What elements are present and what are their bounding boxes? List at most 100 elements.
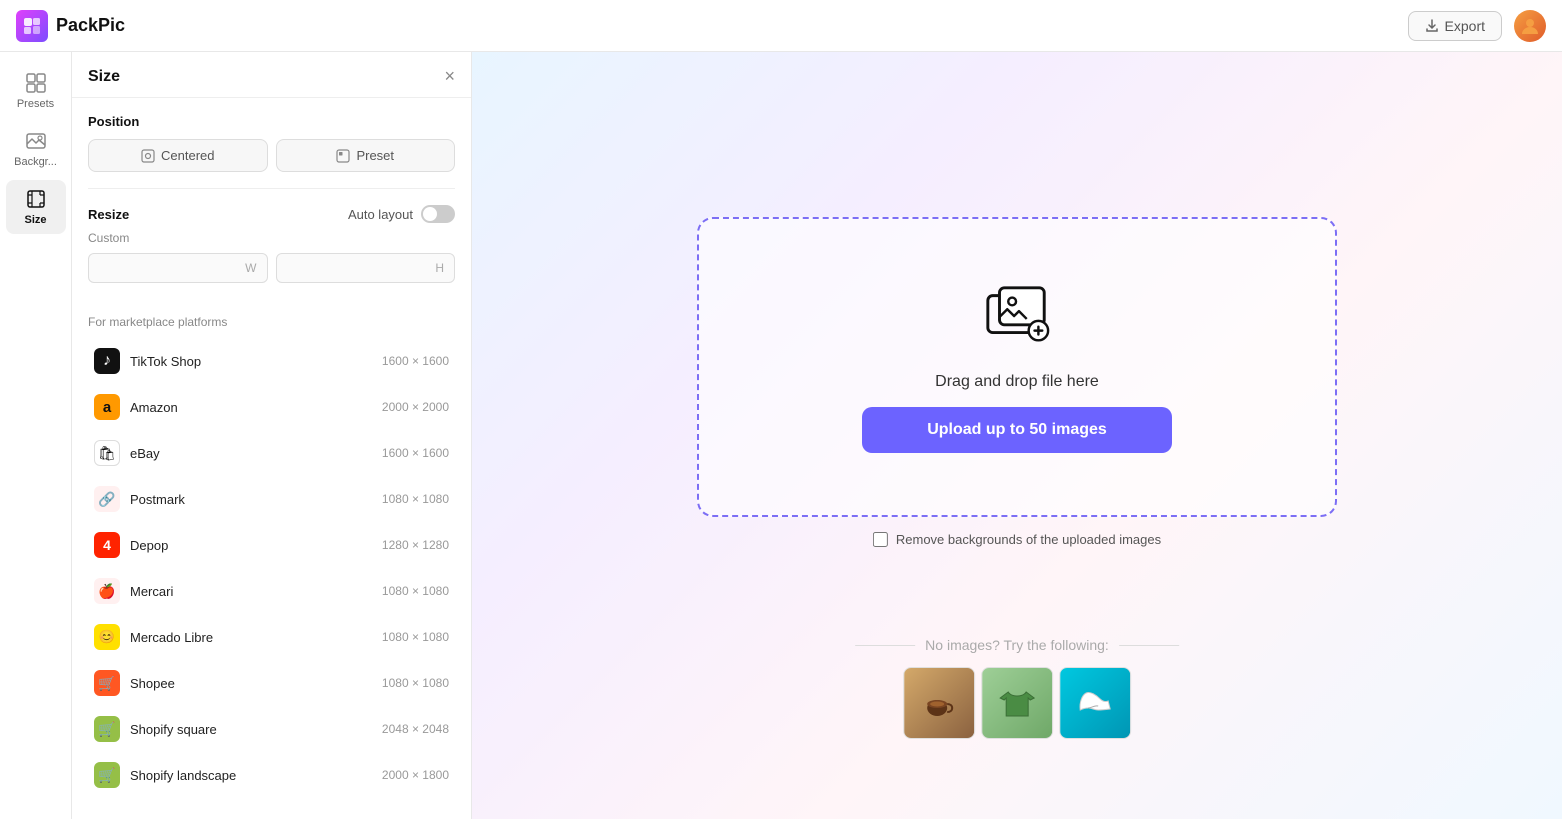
marketplace-name-mercadolibre: Mercado Libre (130, 630, 382, 645)
sample-thumb-shoe[interactable] (1059, 667, 1131, 739)
marketplace-size-postmark: 1080 × 1080 (382, 492, 449, 506)
logo-area: PackPic (16, 10, 125, 42)
resize-label: Resize (88, 207, 129, 222)
user-icon (1520, 16, 1540, 36)
marketplace-name-amazon: Amazon (130, 400, 382, 415)
avatar[interactable] (1514, 10, 1546, 42)
height-input-display: H (276, 253, 456, 283)
drop-icon (982, 282, 1052, 357)
marketplace-size-shopify-landscape: 2000 × 1800 (382, 768, 449, 782)
marketplace-shopee[interactable]: 🛒 Shopee 1080 × 1080 (88, 661, 455, 705)
marketplace-name-mercari: Mercari (130, 584, 382, 599)
shirt-icon (998, 684, 1036, 722)
no-images-section: No images? Try the following: (855, 637, 1179, 739)
panel-title: Size (88, 68, 120, 86)
auto-layout-row: Auto layout (348, 205, 455, 223)
position-section: Position Centered Preset (72, 98, 471, 188)
export-button[interactable]: Export (1408, 11, 1502, 41)
marketplace-size-tiktok: 1600 × 1600 (382, 354, 449, 368)
marketplace-shopify-square[interactable]: 🛒 Shopify square 2048 × 2048 (88, 707, 455, 751)
marketplace-name-shopee: Shopee (130, 676, 382, 691)
amazon-icon: a (94, 394, 120, 420)
custom-label: Custom (88, 231, 455, 245)
resize-row: Resize Auto layout (88, 205, 455, 223)
drag-drop-text: Drag and drop file here (935, 373, 1099, 391)
sidebar-item-background[interactable]: Backgr... (6, 122, 66, 176)
marketplace-postmark[interactable]: 🔗 Postmark 1080 × 1080 (88, 477, 455, 521)
sample-thumb-shirt[interactable] (981, 667, 1053, 739)
sidebar-item-presets[interactable]: Presets (6, 64, 66, 118)
main-layout: Presets Backgr... Size Size × Position (0, 52, 1562, 819)
canvas-area: Drag and drop file here Upload up to 50 … (472, 52, 1562, 819)
ebay-icon: 🛍 (94, 440, 120, 466)
marketplace-size-shopee: 1080 × 1080 (382, 676, 449, 690)
sidebar-label-size: Size (24, 214, 46, 226)
width-input-display: W (88, 253, 268, 283)
marketplace-intro: For marketplace platforms (88, 315, 455, 329)
app-header: PackPic Export (0, 0, 1562, 52)
h-label: H (435, 261, 444, 275)
presets-icon (25, 72, 47, 94)
tiktok-icon: ♪ (94, 348, 120, 374)
panel-header: Size × (72, 52, 471, 98)
position-buttons: Centered Preset (88, 139, 455, 172)
marketplace-mercadolibre[interactable]: 😊 Mercado Libre 1080 × 1080 (88, 615, 455, 659)
marketplace-name-tiktok: TikTok Shop (130, 354, 382, 369)
no-images-label: No images? Try the following: (855, 637, 1179, 653)
marketplace-name-shopify-square: Shopify square (130, 722, 382, 737)
dimensions-row: W H (88, 253, 455, 283)
resize-section: Resize Auto layout Custom W H (72, 189, 471, 299)
shopee-icon: 🛒 (94, 670, 120, 696)
marketplace-name-shopify-landscape: Shopify landscape (130, 768, 382, 783)
marketplace-amazon[interactable]: a Amazon 2000 × 2000 (88, 385, 455, 429)
auto-layout-toggle[interactable] (421, 205, 455, 223)
app-logo-icon (16, 10, 48, 42)
size-icon (25, 188, 47, 210)
marketplace-ebay[interactable]: 🛍 eBay 1600 × 1600 (88, 431, 455, 475)
shoe-icon (1076, 684, 1114, 722)
mercadolibre-icon: 😊 (94, 624, 120, 650)
marketplace-size-depop: 1280 × 1280 (382, 538, 449, 552)
drop-zone[interactable]: Drag and drop file here Upload up to 50 … (697, 217, 1337, 517)
marketplace-name-ebay: eBay (130, 446, 382, 461)
preset-icon (336, 149, 350, 163)
remove-bg-row: Remove backgrounds of the uploaded image… (873, 532, 1161, 547)
sidebar-item-size[interactable]: Size (6, 180, 66, 234)
sample-thumbnails (903, 667, 1131, 739)
sidebar-label-presets: Presets (17, 98, 54, 110)
upload-button[interactable]: Upload up to 50 images (862, 407, 1172, 453)
shopify-landscape-icon: 🛒 (94, 762, 120, 788)
marketplace-section: For marketplace platforms ♪ TikTok Shop … (72, 299, 471, 813)
marketplace-depop[interactable]: 4 Depop 1280 × 1280 (88, 523, 455, 567)
position-label: Position (88, 114, 455, 129)
marketplace-list: ♪ TikTok Shop 1600 × 1600 a Amazon 2000 … (88, 339, 455, 797)
close-panel-button[interactable]: × (444, 66, 455, 87)
mercari-icon: 🍎 (94, 578, 120, 604)
preset-button[interactable]: Preset (276, 139, 456, 172)
centered-button[interactable]: Centered (88, 139, 268, 172)
marketplace-size-amazon: 2000 × 2000 (382, 400, 449, 414)
marketplace-size-shopify-square: 2048 × 2048 (382, 722, 449, 736)
w-label: W (245, 261, 256, 275)
auto-layout-label: Auto layout (348, 207, 413, 222)
marketplace-size-mercari: 1080 × 1080 (382, 584, 449, 598)
header-actions: Export (1408, 10, 1546, 42)
centered-icon (141, 149, 155, 163)
sample-thumb-coffee[interactable] (903, 667, 975, 739)
export-icon (1425, 19, 1439, 33)
coffee-icon (920, 684, 958, 722)
depop-icon: 4 (94, 532, 120, 558)
background-icon (25, 130, 47, 152)
marketplace-name-postmark: Postmark (130, 492, 382, 507)
remove-bg-checkbox[interactable] (873, 532, 888, 547)
postmark-icon: 🔗 (94, 486, 120, 512)
marketplace-shopify-landscape[interactable]: 🛒 Shopify landscape 2000 × 1800 (88, 753, 455, 797)
marketplace-size-mercadolibre: 1080 × 1080 (382, 630, 449, 644)
marketplace-tiktok[interactable]: ♪ TikTok Shop 1600 × 1600 (88, 339, 455, 383)
marketplace-name-depop: Depop (130, 538, 382, 553)
size-panel: Size × Position Centered Pr (72, 52, 472, 819)
icon-sidebar: Presets Backgr... Size (0, 52, 72, 819)
marketplace-mercari[interactable]: 🍎 Mercari 1080 × 1080 (88, 569, 455, 613)
shopify-square-icon: 🛒 (94, 716, 120, 742)
marketplace-size-ebay: 1600 × 1600 (382, 446, 449, 460)
